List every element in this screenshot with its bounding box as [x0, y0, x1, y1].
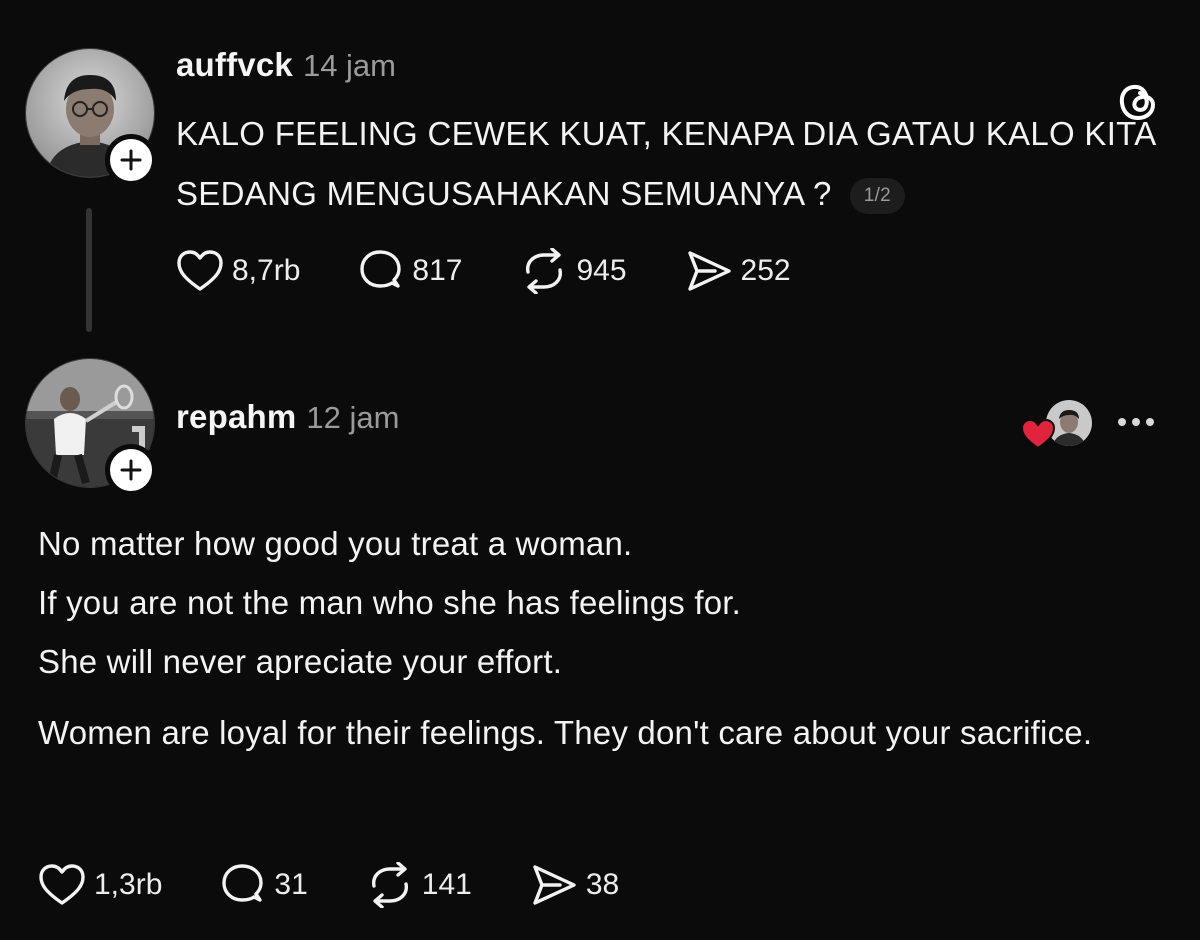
- thread-connector-line: [86, 208, 92, 332]
- reply-header: repahm 12 jam: [176, 398, 399, 442]
- reply-line: No matter how good you treat a woman.: [38, 525, 633, 562]
- repost-count: 141: [421, 868, 472, 901]
- reply-line: If you are not the man who she has feeli…: [38, 584, 742, 621]
- like-button[interactable]: 1,3rb: [38, 863, 162, 907]
- repost-button[interactable]: 945: [520, 248, 627, 294]
- repost-button[interactable]: 141: [366, 862, 472, 908]
- like-count: 8,7rb: [232, 254, 301, 287]
- like-count: 1,3rb: [94, 868, 163, 901]
- repost-icon: [526, 248, 563, 294]
- follow-replier-button[interactable]: [105, 444, 157, 496]
- more-icon-dot: [1146, 418, 1154, 426]
- original-post: auffvck 14 jam KALO FEELING CEWEK KUAT, …: [0, 0, 1200, 340]
- reply-post: repahm 12 jam No matter how good you tre…: [0, 340, 1200, 940]
- replier-username[interactable]: repahm: [176, 398, 296, 436]
- heart-icon: [177, 250, 223, 291]
- post-body: KALO FEELING CEWEK KUAT, KENAPA DIA GATA…: [176, 104, 1176, 224]
- reply-line: Women are loyal for their feelings. They…: [38, 714, 1093, 751]
- comment-icon: [222, 864, 264, 902]
- share-count: 38: [585, 868, 620, 901]
- share-count: 252: [740, 254, 791, 287]
- reply-button[interactable]: 31: [220, 862, 308, 908]
- author-username[interactable]: auffvck: [176, 46, 293, 84]
- post-header: auffvck 14 jam: [176, 46, 396, 90]
- reply-count: 817: [412, 254, 463, 287]
- reply-body: No matter how good you treat a woman. If…: [38, 514, 1168, 762]
- heart-icon: [39, 864, 85, 905]
- red-heart-icon: [1020, 418, 1056, 455]
- share-button[interactable]: 252: [685, 249, 791, 293]
- post-actions: 8,7rb 817 945 252: [176, 246, 849, 296]
- repost-count: 945: [576, 254, 627, 287]
- plus-icon: [120, 149, 142, 171]
- reply-button[interactable]: 817: [358, 248, 462, 294]
- plus-icon: [120, 459, 142, 481]
- reply-actions: 1,3rb 31 141 38: [38, 860, 677, 910]
- like-button[interactable]: 8,7rb: [176, 249, 300, 293]
- more-icon-dot: [1132, 418, 1140, 426]
- reply-line: She will never apreciate your effort.: [38, 643, 563, 680]
- send-icon: [533, 865, 576, 905]
- comment-icon: [360, 250, 402, 288]
- share-button[interactable]: 38: [530, 863, 619, 907]
- reply-count: 31: [274, 868, 308, 901]
- post-text: KALO FEELING CEWEK KUAT, KENAPA DIA GATA…: [176, 115, 1155, 212]
- liked-by-author-indicator[interactable]: [1018, 396, 1094, 450]
- more-options-button[interactable]: [1118, 416, 1154, 428]
- more-icon-dot: [1118, 418, 1126, 426]
- repost-icon: [371, 862, 408, 908]
- send-icon: [687, 251, 731, 291]
- thread-page-indicator: 1/2: [849, 178, 906, 215]
- post-timestamp: 14 jam: [302, 48, 396, 83]
- reply-timestamp: 12 jam: [306, 400, 400, 435]
- follow-author-button[interactable]: [105, 134, 157, 186]
